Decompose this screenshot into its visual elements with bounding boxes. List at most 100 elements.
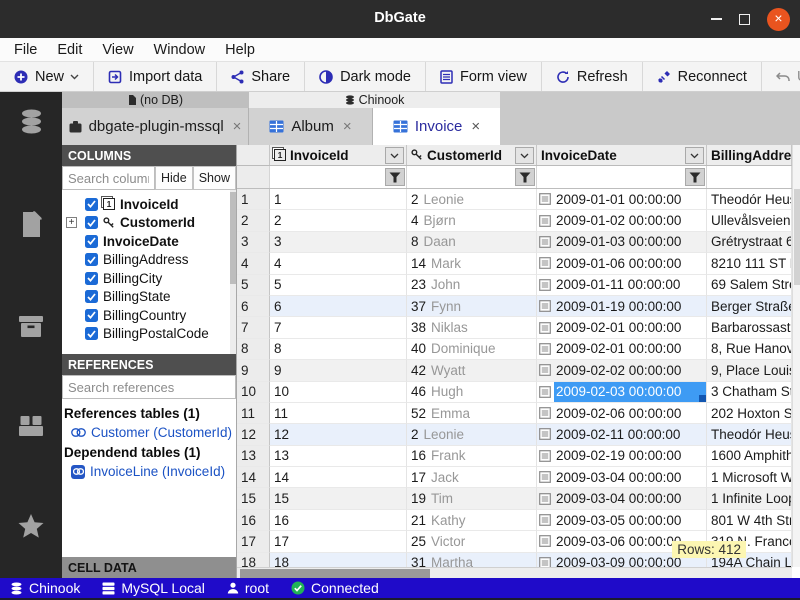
- invoiceid-cell[interactable]: 6: [270, 296, 407, 317]
- column-header-invoiceid[interactable]: 1 InvoiceId: [270, 145, 407, 165]
- expand-icon[interactable]: +: [66, 217, 77, 228]
- invoicedate-cell[interactable]: 2009-02-01 00:00:00: [537, 339, 707, 360]
- table-row[interactable]: 8 8 40 Dominique: [237, 339, 792, 360]
- column-list-item[interactable]: BillingAddress: [62, 251, 236, 270]
- invoicedate-cell[interactable]: 2009-02-03 00:00:00: [537, 382, 707, 403]
- date-edit-icon[interactable]: [539, 557, 551, 567]
- invoicedate-cell[interactable]: 2009-03-05 00:00:00: [537, 510, 707, 531]
- minimize-icon[interactable]: [711, 18, 722, 20]
- customerid-cell[interactable]: 38 Niklas: [407, 317, 537, 338]
- tab-dbgate-plugin-mssql[interactable]: dbgate-plugin-mssql ×: [62, 108, 249, 145]
- table-row[interactable]: 3 3 8 Daan: [237, 232, 792, 253]
- scrollbar[interactable]: [230, 190, 236, 354]
- dark-mode-button[interactable]: Dark mode: [305, 62, 426, 91]
- column-list-item[interactable]: + CustomerId: [62, 214, 236, 233]
- invoiceid-cell[interactable]: 8: [270, 339, 407, 360]
- billingaddress-cell[interactable]: Berger Straße 10: [707, 296, 792, 317]
- table-row[interactable]: 11 11 52 Emma: [237, 403, 792, 424]
- tab-invoice[interactable]: Invoice ×: [373, 108, 500, 145]
- date-edit-icon[interactable]: [539, 428, 551, 440]
- checkbox-checked[interactable]: [85, 327, 98, 340]
- hide-button[interactable]: Hide: [155, 166, 193, 190]
- billingaddress-cell[interactable]: 1 Microsoft Way: [707, 467, 792, 488]
- table-row[interactable]: 15 15 19 Tim: [237, 488, 792, 509]
- date-edit-icon[interactable]: [539, 343, 551, 355]
- invoicedate-cell[interactable]: 2009-01-03 00:00:00: [537, 232, 707, 253]
- table-row[interactable]: 12 12 2 Leonie: [237, 424, 792, 445]
- table-row[interactable]: 9 9 42 Wyatt: [237, 360, 792, 381]
- invoiceid-cell[interactable]: 14: [270, 467, 407, 488]
- new-button[interactable]: New: [0, 62, 94, 91]
- column-list-item[interactable]: 1 InvoiceId: [62, 195, 236, 214]
- customerid-cell[interactable]: 2 Leonie: [407, 189, 537, 210]
- customerid-cell[interactable]: 8 Daan: [407, 232, 537, 253]
- close-icon[interactable]: ×: [767, 8, 790, 31]
- menu-window[interactable]: Window: [144, 42, 216, 58]
- favorites-star-icon[interactable]: [17, 513, 45, 540]
- column-menu-chevron-icon[interactable]: [385, 147, 404, 164]
- column-list-item[interactable]: BillingCountry: [62, 306, 236, 325]
- close-icon[interactable]: ×: [233, 118, 242, 135]
- invoicedate-cell[interactable]: 2009-01-19 00:00:00: [537, 296, 707, 317]
- invoiceid-cell[interactable]: 10: [270, 382, 407, 403]
- date-edit-icon[interactable]: [539, 215, 551, 227]
- invoiceid-cell[interactable]: 17: [270, 531, 407, 552]
- invoicedate-cell[interactable]: 2009-01-02 00:00:00: [537, 210, 707, 231]
- billingaddress-cell[interactable]: 9, Place Louis Barthou: [707, 360, 792, 381]
- invoicedate-cell[interactable]: 2009-02-06 00:00:00: [537, 403, 707, 424]
- customerid-cell[interactable]: 42 Wyatt: [407, 360, 537, 381]
- billingaddress-cell[interactable]: 69 Salem Street: [707, 275, 792, 296]
- billingaddress-cell[interactable]: 1600 Amphitheatre Parkway: [707, 446, 792, 467]
- filter-funnel-icon[interactable]: [385, 168, 405, 186]
- customerid-cell[interactable]: 46 Hugh: [407, 382, 537, 403]
- customerid-cell[interactable]: 52 Emma: [407, 403, 537, 424]
- undo-button[interactable]: Undo: [762, 62, 800, 91]
- billingaddress-cell[interactable]: 801 W 4th Street: [707, 510, 792, 531]
- date-edit-icon[interactable]: [539, 407, 551, 419]
- checkbox-checked[interactable]: [85, 290, 98, 303]
- billingaddress-cell[interactable]: 8, Rue Hanovre: [707, 339, 792, 360]
- invoiceid-cell[interactable]: 4: [270, 253, 407, 274]
- invoicedate-cell[interactable]: 2009-02-01 00:00:00: [537, 317, 707, 338]
- date-edit-icon[interactable]: [539, 364, 551, 376]
- billingaddress-cell[interactable]: 202 Hoxton Street: [707, 403, 792, 424]
- billingaddress-cell[interactable]: Ullevålsveien 14: [707, 210, 792, 231]
- date-edit-icon[interactable]: [539, 322, 551, 334]
- close-icon[interactable]: ×: [471, 118, 480, 135]
- maximize-icon[interactable]: [739, 14, 750, 25]
- column-header-invoicedate[interactable]: InvoiceDate: [537, 145, 707, 165]
- invoiceid-cell[interactable]: 18: [270, 553, 407, 567]
- column-header-customerid[interactable]: CustomerId: [407, 145, 537, 165]
- date-edit-icon[interactable]: [539, 471, 551, 483]
- billingaddress-cell[interactable]: Theodór Heuss Straße 34: [707, 424, 792, 445]
- column-list-item[interactable]: InvoiceDate: [62, 232, 236, 251]
- tab-album[interactable]: Album ×: [249, 108, 373, 145]
- invoiceid-cell[interactable]: 11: [270, 403, 407, 424]
- column-menu-chevron-icon[interactable]: [685, 147, 704, 164]
- invoiceid-cell[interactable]: 5: [270, 275, 407, 296]
- column-list-item[interactable]: BillingState: [62, 288, 236, 307]
- checkbox-checked[interactable]: [85, 309, 98, 322]
- customerid-cell[interactable]: 40 Dominique: [407, 339, 537, 360]
- date-edit-icon[interactable]: [539, 386, 551, 398]
- customerid-cell[interactable]: 14 Mark: [407, 253, 537, 274]
- customerid-cell[interactable]: 17 Jack: [407, 467, 537, 488]
- customerid-cell[interactable]: 37 Fynn: [407, 296, 537, 317]
- date-edit-icon[interactable]: [539, 514, 551, 526]
- table-row[interactable]: 2 2 4 Bjørn: [237, 210, 792, 231]
- date-edit-icon[interactable]: [539, 279, 551, 291]
- table-row[interactable]: 5 5 23 John: [237, 275, 792, 296]
- checkbox-checked[interactable]: [85, 253, 98, 266]
- file-icon[interactable]: [19, 211, 43, 238]
- database-icon[interactable]: [18, 108, 45, 135]
- filter-funnel-icon[interactable]: [685, 168, 705, 186]
- invoiceid-cell[interactable]: 1: [270, 189, 407, 210]
- date-edit-icon[interactable]: [539, 535, 551, 547]
- menu-file[interactable]: File: [4, 42, 47, 58]
- search-columns-input[interactable]: [62, 166, 155, 190]
- invoiceid-cell[interactable]: 3: [270, 232, 407, 253]
- table-row[interactable]: 14 14 17 Jack: [237, 467, 792, 488]
- billingaddress-cell[interactable]: Theodór Heuss Straße 34: [707, 189, 792, 210]
- invoiceid-cell[interactable]: 9: [270, 360, 407, 381]
- table-row[interactable]: 6 6 37 Fynn: [237, 296, 792, 317]
